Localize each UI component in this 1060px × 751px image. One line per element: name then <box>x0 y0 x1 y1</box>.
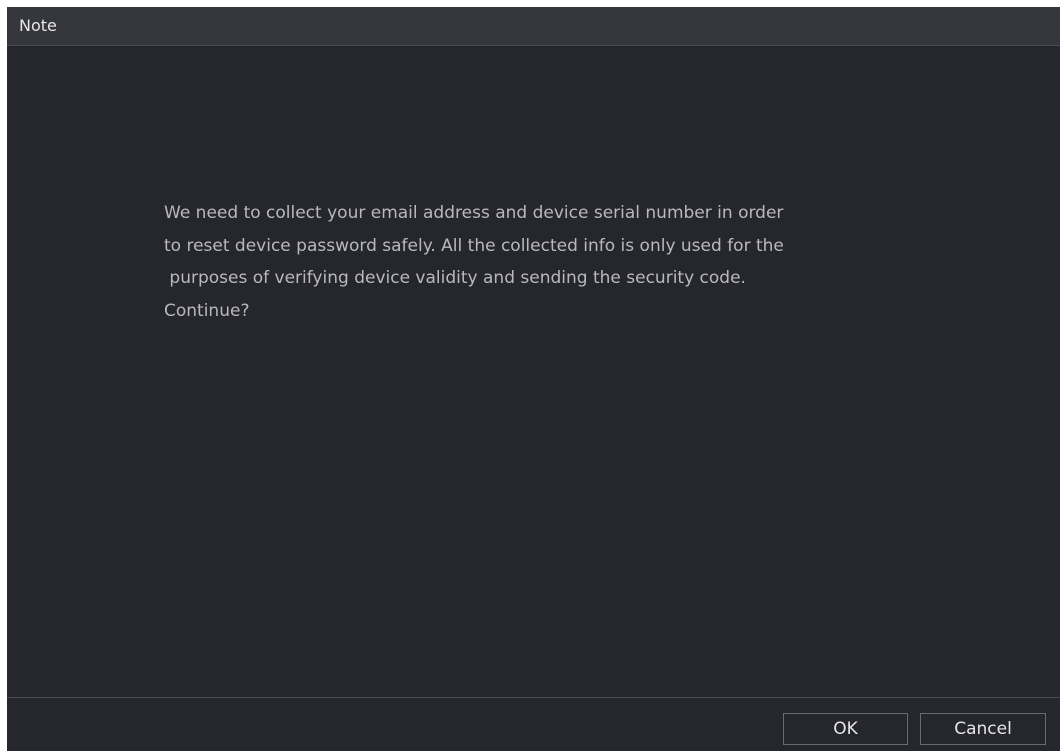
message-line: Continue? <box>164 300 250 321</box>
ok-button[interactable]: OK <box>783 713 908 745</box>
message-line: purposes of verifying device validity an… <box>164 268 746 288</box>
footer-divider <box>7 697 1060 698</box>
dialog-message: We need to collect your email address an… <box>164 197 924 327</box>
dialog-title: Note <box>19 16 57 35</box>
cancel-button[interactable]: Cancel <box>920 713 1046 745</box>
dialog-titlebar: Note <box>7 7 1060 46</box>
note-dialog: Note We need to collect your email addre… <box>7 7 1060 751</box>
message-line: to reset device password safely. All the… <box>164 235 784 256</box>
message-line: We need to collect your email address an… <box>164 203 784 223</box>
